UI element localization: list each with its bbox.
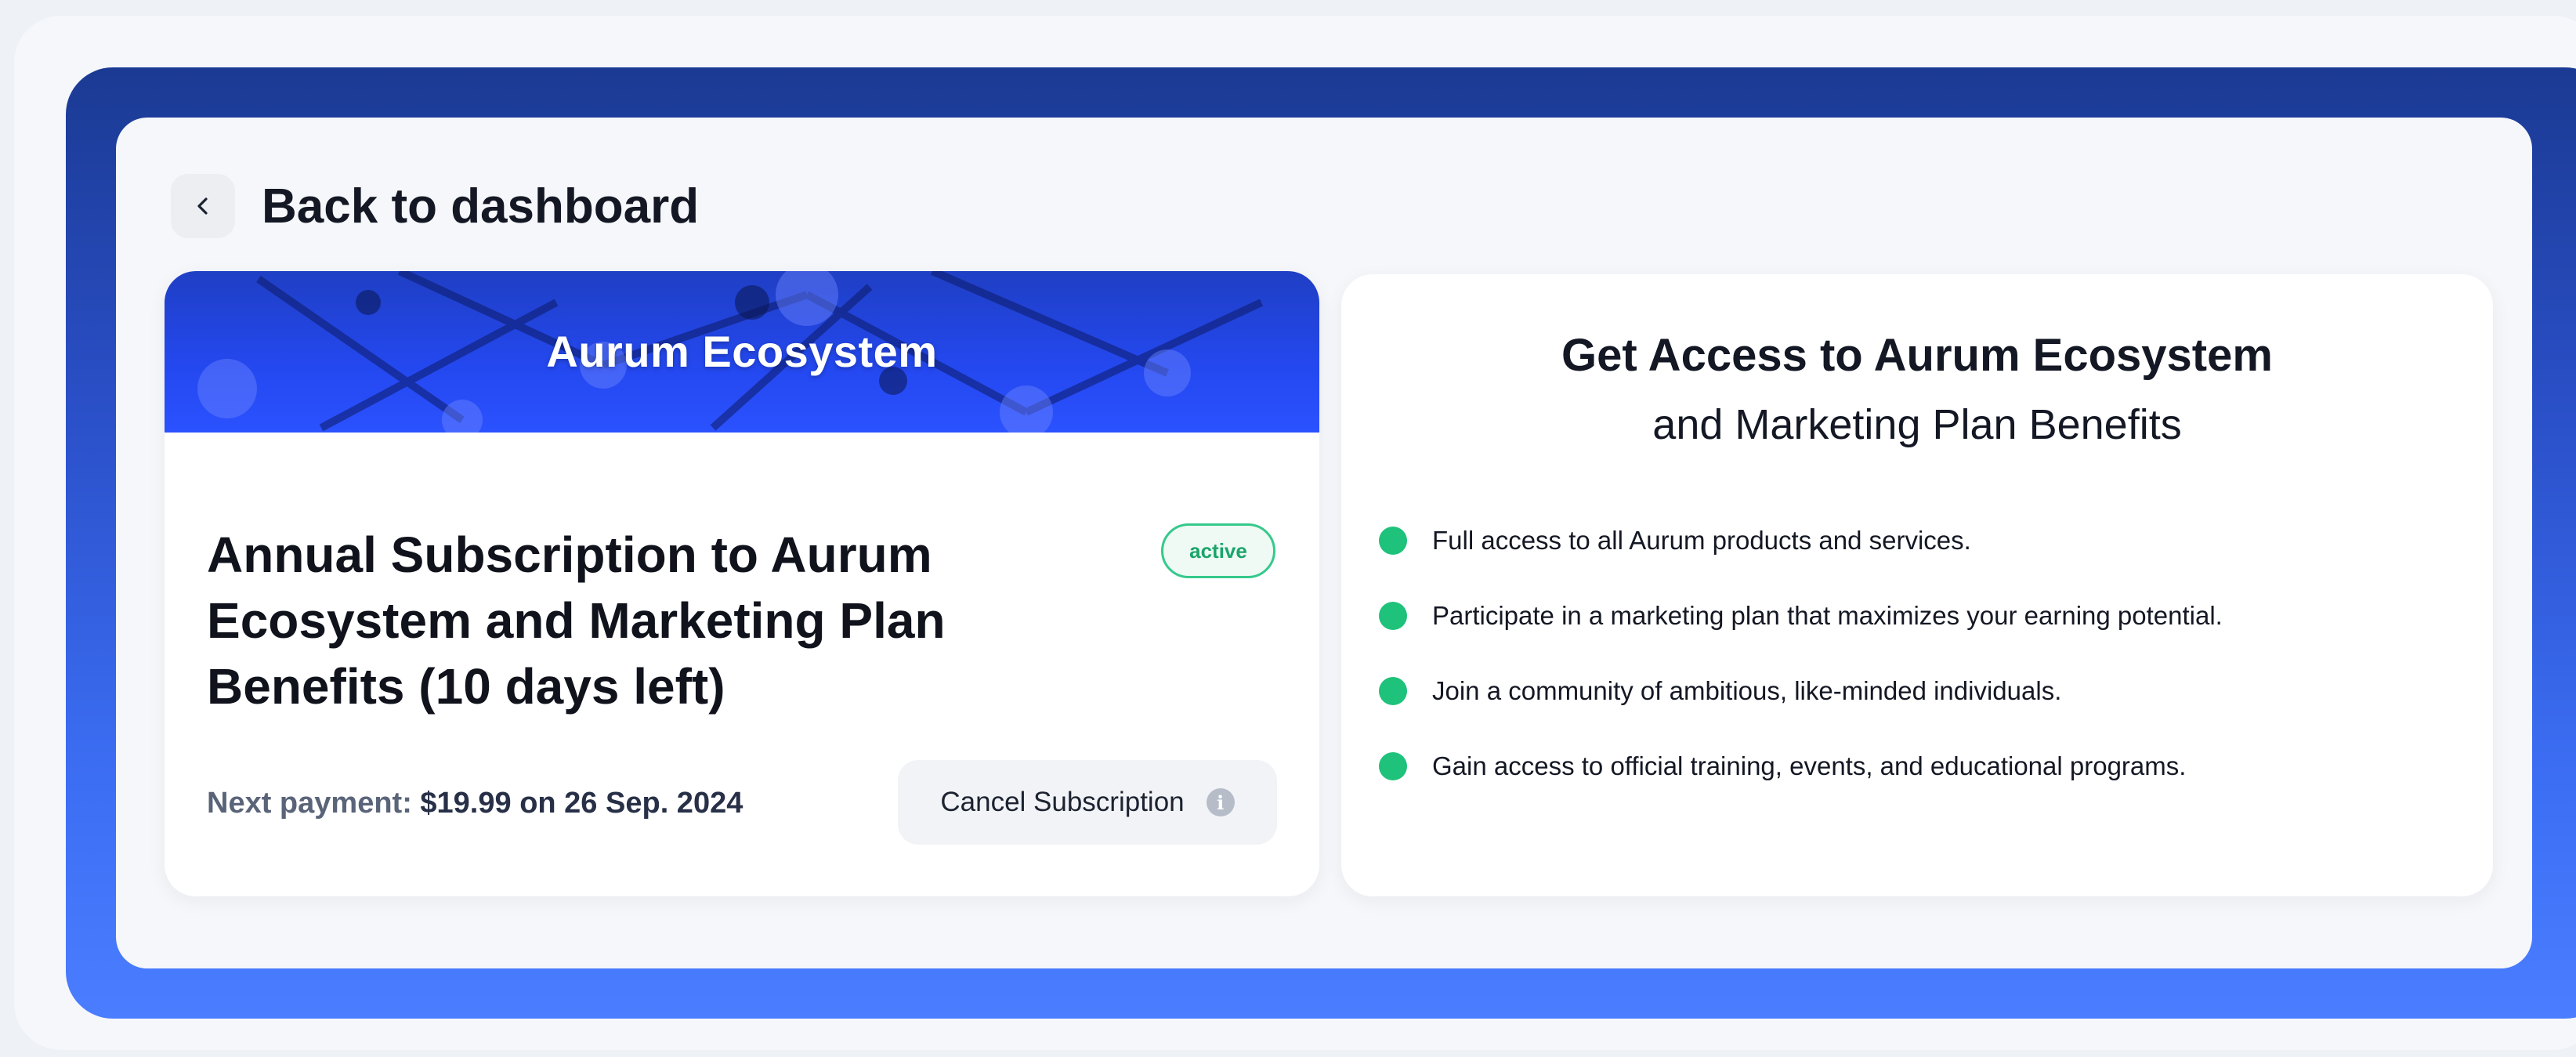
green-dot-icon (1379, 602, 1407, 630)
benefit-item: Join a community of ambitious, like-mind… (1379, 653, 2223, 729)
benefit-item: Full access to all Aurum products and se… (1379, 503, 2223, 578)
cancel-subscription-label: Cancel Subscription (940, 787, 1185, 817)
back-to-dashboard-row[interactable]: Back to dashboard (171, 174, 699, 238)
next-payment-label: Next payment: (207, 787, 412, 820)
subscription-title: Annual Subscription to Aurum Ecosystem a… (207, 527, 946, 715)
benefit-list: Full access to all Aurum products and se… (1379, 503, 2223, 804)
benefit-item: Participate in a marketing plan that max… (1379, 578, 2223, 653)
benefit-text: Gain access to official training, events… (1432, 751, 2187, 780)
benefit-text: Join a community of ambitious, like-mind… (1432, 676, 2062, 705)
next-payment-value: $19.99 on 26 Sep. 2024 (420, 787, 743, 820)
green-dot-icon (1379, 677, 1407, 705)
subscription-banner: Aurum Ecosystem (165, 271, 1319, 433)
benefits-heading-line1: Get Access to Aurum Ecosystem (1561, 330, 2273, 381)
green-dot-icon (1379, 752, 1407, 780)
banner-title: Aurum Ecosystem (546, 327, 938, 376)
back-button[interactable] (171, 174, 235, 238)
info-icon[interactable]: i (1206, 788, 1235, 816)
subscription-card: Aurum Ecosystem Annual Subscription to A… (165, 271, 1319, 896)
chevron-left-icon (197, 197, 208, 215)
cancel-subscription-button[interactable]: Cancel Subscription i (898, 760, 1277, 845)
back-to-dashboard-label[interactable]: Back to dashboard (262, 179, 699, 234)
green-dot-icon (1379, 527, 1407, 555)
benefits-heading: Get Access to Aurum Ecosystem and Market… (1341, 321, 2493, 459)
benefit-text: Full access to all Aurum products and se… (1432, 526, 1971, 555)
benefit-text: Participate in a marketing plan that max… (1432, 601, 2223, 630)
benefit-item: Gain access to official training, events… (1379, 729, 2223, 804)
status-badge: active (1161, 523, 1275, 578)
next-payment: Next payment: $19.99 on 26 Sep. 2024 (207, 787, 743, 820)
benefits-heading-line2: and Marketing Plan Benefits (1652, 401, 2182, 448)
benefits-card: Get Access to Aurum Ecosystem and Market… (1341, 274, 2493, 896)
